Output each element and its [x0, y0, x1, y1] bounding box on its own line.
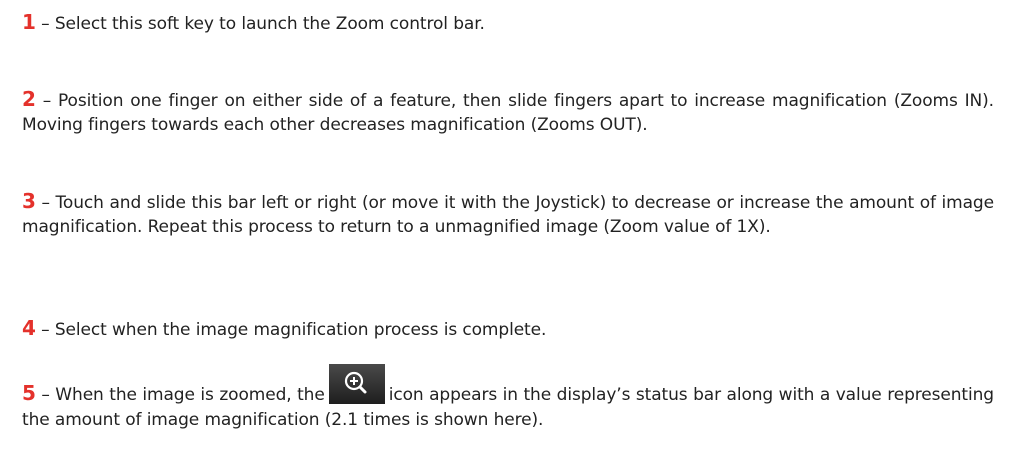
instruction-item-1: 1 – Select this soft key to launch the Z… — [22, 10, 994, 36]
instruction-item-4: 4 – Select when the image magnification … — [22, 316, 994, 342]
item-number: 1 — [22, 10, 36, 34]
instruction-item-5: 5 – When the image is zoomed, the icon a… — [22, 364, 994, 432]
item-text-before: – When the image is zoomed, the — [35, 385, 325, 405]
zoom-in-icon — [328, 364, 385, 408]
item-text: – Touch and slide this bar left or right… — [22, 193, 994, 237]
item-number: 4 — [22, 316, 36, 340]
item-text: – Select this soft key to launch the Zoo… — [35, 14, 485, 34]
item-text: – Select when the image magnification pr… — [35, 320, 547, 340]
item-number: 2 — [22, 87, 36, 111]
item-number: 5 — [22, 381, 36, 405]
item-number: 3 — [22, 189, 36, 213]
instruction-item-2: 2 – Position one finger on either side o… — [22, 87, 994, 137]
item-text: – Position one finger on either side of … — [22, 91, 994, 135]
instruction-item-3: 3 – Touch and slide this bar left or rig… — [22, 189, 994, 239]
